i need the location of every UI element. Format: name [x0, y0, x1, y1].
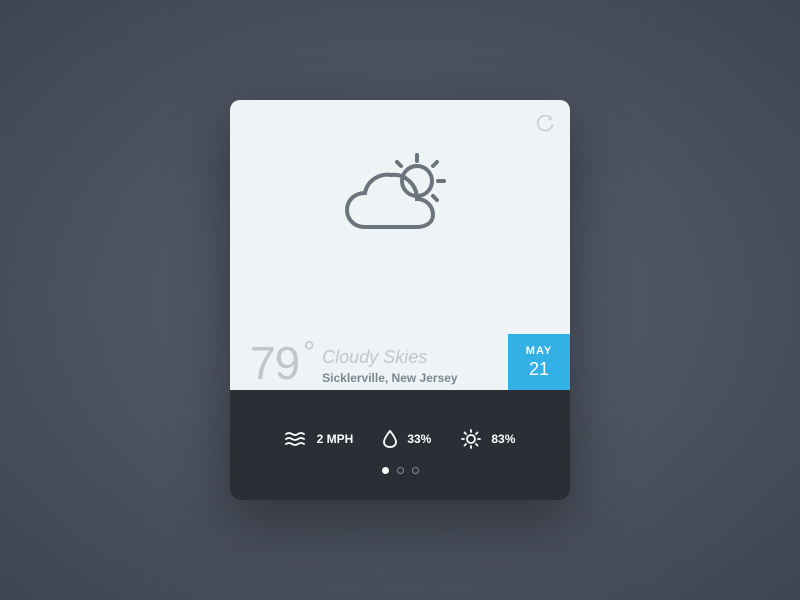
- uv-value: 83%: [491, 432, 515, 446]
- droplet-icon: [383, 430, 397, 448]
- bottom-section: 2 MPH 33%: [230, 390, 570, 500]
- date-badge: MAY 21: [508, 334, 570, 390]
- condition-text: Cloudy Skies: [322, 347, 457, 368]
- refresh-button[interactable]: [535, 115, 555, 135]
- location-text: Sicklerville, New Jersey: [322, 371, 457, 385]
- pagination-dot-2[interactable]: [397, 467, 404, 474]
- uv-stat: 83%: [461, 429, 515, 449]
- partly-cloudy-icon: [335, 145, 465, 255]
- card-upper: 79° Cloudy Skies Sicklerville, New Jerse…: [230, 100, 570, 390]
- sun-icon: [461, 429, 481, 449]
- humidity-value: 33%: [407, 432, 431, 446]
- wind-stat: 2 MPH: [285, 431, 354, 447]
- weather-condition-icon: [250, 120, 550, 280]
- weather-card: 79° Cloudy Skies Sicklerville, New Jerse…: [230, 100, 570, 500]
- stats-row: 2 MPH 33%: [285, 429, 516, 449]
- top-section: [230, 100, 570, 336]
- refresh-icon: [535, 115, 555, 135]
- wind-value: 2 MPH: [317, 432, 354, 446]
- temperature-value: 79°: [250, 336, 314, 390]
- pagination-dots: [382, 467, 419, 474]
- condition-block: Cloudy Skies Sicklerville, New Jersey: [322, 341, 457, 385]
- pagination-dot-3[interactable]: [412, 467, 419, 474]
- date-month: MAY: [526, 345, 552, 357]
- pagination-dot-1[interactable]: [382, 467, 389, 474]
- wind-icon: [285, 431, 307, 447]
- date-day: 21: [529, 359, 549, 380]
- humidity-stat: 33%: [383, 430, 431, 448]
- info-row: 79° Cloudy Skies Sicklerville, New Jerse…: [230, 336, 570, 390]
